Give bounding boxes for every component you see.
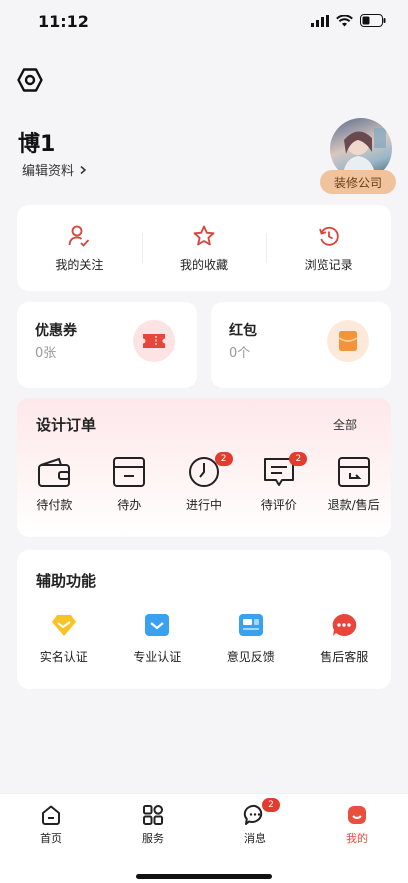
order-todo[interactable]: 待办 bbox=[92, 456, 167, 513]
wallet-icon bbox=[38, 457, 71, 487]
shortcut-favorites[interactable]: 我的收藏 bbox=[141, 205, 267, 291]
assist-label: 专业认证 bbox=[133, 650, 182, 664]
tab-messages[interactable]: 2 消息 bbox=[204, 794, 306, 854]
orders-all-link[interactable]: 全部 bbox=[333, 416, 357, 433]
chevron-right-icon bbox=[80, 165, 87, 174]
mail-check-icon bbox=[145, 614, 170, 636]
red-envelope-icon bbox=[327, 320, 369, 362]
order-in-progress[interactable]: 2 进行中 bbox=[167, 452, 242, 513]
assist-card: 辅助功能 实名认证 专业认证 意见反馈 售后客服 bbox=[17, 550, 391, 689]
assist-feedback[interactable]: 意见反馈 bbox=[204, 612, 298, 665]
shortcut-label: 我的收藏 bbox=[180, 257, 229, 272]
order-pending-review[interactable]: 2 待评价 bbox=[241, 452, 316, 513]
orders-row: 待付款 待办 2 进行中 2 待评价 退款/售后 bbox=[17, 452, 391, 513]
assist-customer-service[interactable]: 售后客服 bbox=[298, 612, 392, 665]
diamond-icon bbox=[51, 615, 76, 636]
shortcut-label: 我的关注 bbox=[55, 257, 104, 272]
history-icon bbox=[318, 226, 339, 246]
order-badge: 2 bbox=[214, 452, 233, 466]
settings-button[interactable] bbox=[14, 64, 46, 96]
tab-label: 消息 bbox=[244, 831, 266, 845]
home-icon bbox=[42, 805, 60, 825]
coupon-value: 0张 bbox=[35, 346, 57, 361]
order-label: 退款/售后 bbox=[327, 498, 380, 512]
status-bar: 11:12 bbox=[0, 0, 408, 44]
inbox-icon bbox=[113, 457, 146, 487]
tab-label: 我的 bbox=[346, 831, 368, 845]
assist-real-name[interactable]: 实名认证 bbox=[17, 612, 111, 665]
redpacket-value: 0个 bbox=[229, 346, 251, 361]
coupon-card[interactable]: 优惠券 0张 bbox=[17, 302, 197, 388]
shortcut-history[interactable]: 浏览记录 bbox=[266, 205, 391, 291]
grid-icon bbox=[143, 804, 164, 825]
assist-professional[interactable]: 专业认证 bbox=[111, 612, 205, 665]
redpacket-card[interactable]: 红包 0个 bbox=[211, 302, 391, 388]
edit-profile-label: 编辑资料 bbox=[22, 164, 75, 179]
shortcut-label: 浏览记录 bbox=[304, 257, 353, 272]
order-label: 待付款 bbox=[36, 498, 73, 512]
assist-label: 实名认证 bbox=[39, 650, 88, 664]
username: 博1 bbox=[18, 132, 56, 157]
tab-label: 首页 bbox=[40, 831, 62, 845]
refund-icon bbox=[337, 457, 370, 487]
chat-bubble-icon bbox=[332, 613, 357, 636]
tab-badge: 2 bbox=[262, 798, 280, 812]
assist-label: 意见反馈 bbox=[226, 650, 275, 664]
signal-icon bbox=[311, 14, 329, 27]
order-badge: 2 bbox=[289, 452, 308, 466]
feedback-card-icon bbox=[238, 614, 263, 636]
redpacket-title: 红包 bbox=[229, 323, 257, 339]
order-label: 待评价 bbox=[260, 498, 297, 512]
status-time: 11:12 bbox=[38, 12, 89, 31]
design-orders-card: 设计订单 全部 待付款 待办 2 进行中 2 待评价 退款/售后 bbox=[17, 398, 391, 537]
shortcuts-card: 我的关注 我的收藏 浏览记录 bbox=[17, 205, 391, 291]
order-pending-payment[interactable]: 待付款 bbox=[17, 456, 92, 513]
wifi-icon bbox=[336, 14, 353, 26]
status-icons bbox=[311, 14, 386, 27]
company-badge: 装修公司 bbox=[320, 170, 396, 194]
tab-bar: 首页 服务 2 消息 我的 bbox=[0, 793, 408, 883]
home-indicator bbox=[136, 874, 272, 879]
tab-service[interactable]: 服务 bbox=[102, 794, 204, 854]
star-icon bbox=[193, 225, 215, 245]
tab-label: 服务 bbox=[142, 831, 164, 845]
assist-row: 实名认证 专业认证 意见反馈 售后客服 bbox=[17, 612, 391, 665]
orders-title: 设计订单 bbox=[36, 416, 97, 434]
avatar-area[interactable]: 装修公司 bbox=[320, 118, 396, 194]
order-label: 进行中 bbox=[185, 498, 222, 512]
gear-icon bbox=[17, 68, 43, 92]
battery-icon bbox=[360, 14, 386, 27]
shortcut-following[interactable]: 我的关注 bbox=[17, 205, 142, 291]
order-label: 待办 bbox=[117, 498, 142, 512]
ticket-icon bbox=[133, 320, 175, 362]
edit-profile-link[interactable]: 编辑资料 bbox=[22, 160, 88, 179]
tab-mine[interactable]: 我的 bbox=[306, 794, 408, 854]
assist-title: 辅助功能 bbox=[36, 572, 97, 590]
order-refund[interactable]: 退款/售后 bbox=[316, 456, 391, 513]
person-check-icon bbox=[68, 225, 90, 247]
coupon-title: 优惠券 bbox=[35, 323, 77, 339]
assist-label: 售后客服 bbox=[320, 650, 369, 664]
tab-home[interactable]: 首页 bbox=[0, 794, 102, 854]
profile-icon bbox=[348, 805, 366, 824]
